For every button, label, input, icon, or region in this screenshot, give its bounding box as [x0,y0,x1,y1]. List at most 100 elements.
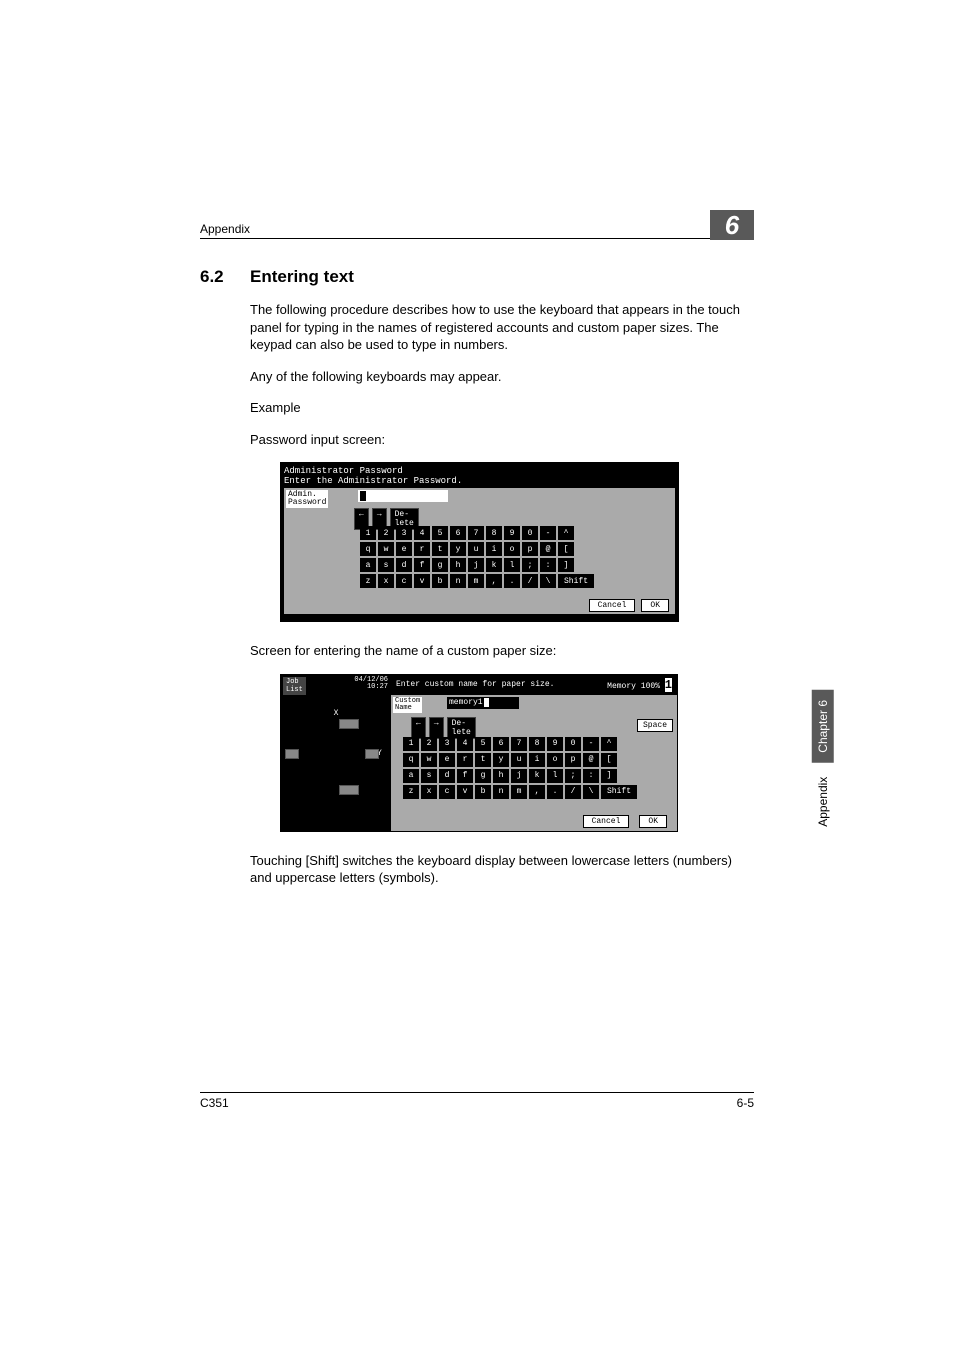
key-1[interactable]: 1 [403,737,419,751]
key-j[interactable]: j [468,558,484,572]
key-y[interactable]: y [493,753,509,767]
ok-button[interactable]: OK [639,815,667,828]
key-,[interactable]: , [486,574,502,588]
key-z[interactable]: z [403,785,419,799]
key-g[interactable]: g [475,769,491,783]
arrow-right-icon[interactable] [365,749,379,759]
key-5[interactable]: 5 [432,526,448,540]
key-m[interactable]: m [468,574,484,588]
key-q[interactable]: q [360,542,376,556]
key-9[interactable]: 9 [504,526,520,540]
key-m[interactable]: m [511,785,527,799]
key-][interactable]: ] [558,558,574,572]
key--[interactable]: - [583,737,599,751]
key-6[interactable]: 6 [493,737,509,751]
key-k[interactable]: k [486,558,502,572]
key-x[interactable]: x [378,574,394,588]
key-n[interactable]: n [450,574,466,588]
key-l[interactable]: l [547,769,563,783]
key-8[interactable]: 8 [529,737,545,751]
key-\[interactable]: \ [540,574,556,588]
key-y[interactable]: y [450,542,466,556]
key-r[interactable]: r [414,542,430,556]
arrow-up-icon[interactable] [339,719,359,729]
key-t[interactable]: t [475,753,491,767]
key-;[interactable]: ; [522,558,538,572]
key-0[interactable]: 0 [565,737,581,751]
delete-button[interactable]: De- lete [447,717,476,739]
key-s[interactable]: s [378,558,394,572]
key-s[interactable]: s [421,769,437,783]
key-^[interactable]: ^ [601,737,617,751]
key-d[interactable]: d [396,558,412,572]
key-i[interactable]: i [529,753,545,767]
key-l[interactable]: l [504,558,520,572]
key-7[interactable]: 7 [511,737,527,751]
key-i[interactable]: i [486,542,502,556]
cancel-button[interactable]: Cancel [589,599,636,612]
key-9[interactable]: 9 [547,737,563,751]
key-[[interactable]: [ [558,542,574,556]
password-input[interactable] [358,490,448,502]
key-f[interactable]: f [457,769,473,783]
key-2[interactable]: 2 [421,737,437,751]
key-w[interactable]: w [378,542,394,556]
key-f[interactable]: f [414,558,430,572]
key-6[interactable]: 6 [450,526,466,540]
key-4[interactable]: 4 [457,737,473,751]
key-z[interactable]: z [360,574,376,588]
key-r[interactable]: r [457,753,473,767]
key-^[interactable]: ^ [558,526,574,540]
custom-name-input[interactable]: memory1 [447,697,519,709]
key-x[interactable]: x [421,785,437,799]
key-k[interactable]: k [529,769,545,783]
key-3[interactable]: 3 [396,526,412,540]
key-p[interactable]: p [565,753,581,767]
key-b[interactable]: b [432,574,448,588]
key-q[interactable]: q [403,753,419,767]
key-j[interactable]: j [511,769,527,783]
key-c[interactable]: c [439,785,455,799]
key-1[interactable]: 1 [360,526,376,540]
key-h[interactable]: h [493,769,509,783]
space-button[interactable]: Space [637,719,673,732]
arrow-left-icon[interactable] [285,749,299,759]
key-o[interactable]: o [547,753,563,767]
cancel-button[interactable]: Cancel [583,815,630,828]
key-c[interactable]: c [396,574,412,588]
job-list-button[interactable]: Job List [283,677,306,695]
key-o[interactable]: o [504,542,520,556]
key-.[interactable]: . [547,785,563,799]
key-e[interactable]: e [439,753,455,767]
key-8[interactable]: 8 [486,526,502,540]
key-5[interactable]: 5 [475,737,491,751]
key-\[interactable]: \ [583,785,599,799]
key-0[interactable]: 0 [522,526,538,540]
key--[interactable]: - [540,526,556,540]
key-:[interactable]: : [540,558,556,572]
key-3[interactable]: 3 [439,737,455,751]
key-[[interactable]: [ [601,753,617,767]
key-w[interactable]: w [421,753,437,767]
key-t[interactable]: t [432,542,448,556]
key-u[interactable]: u [511,753,527,767]
key-u[interactable]: u [468,542,484,556]
key-v[interactable]: v [457,785,473,799]
shift-button[interactable]: Shift [558,574,594,588]
arrow-left-button[interactable]: ← [411,717,426,739]
key-4[interactable]: 4 [414,526,430,540]
shift-button[interactable]: Shift [601,785,637,799]
arrow-down-icon[interactable] [339,785,359,795]
key-@[interactable]: @ [540,542,556,556]
key-h[interactable]: h [450,558,466,572]
key-7[interactable]: 7 [468,526,484,540]
key-b[interactable]: b [475,785,491,799]
key-/[interactable]: / [522,574,538,588]
key-d[interactable]: d [439,769,455,783]
key-@[interactable]: @ [583,753,599,767]
key-,[interactable]: , [529,785,545,799]
key-2[interactable]: 2 [378,526,394,540]
arrow-right-button[interactable]: → [429,717,444,739]
key-:[interactable]: : [583,769,599,783]
key-g[interactable]: g [432,558,448,572]
